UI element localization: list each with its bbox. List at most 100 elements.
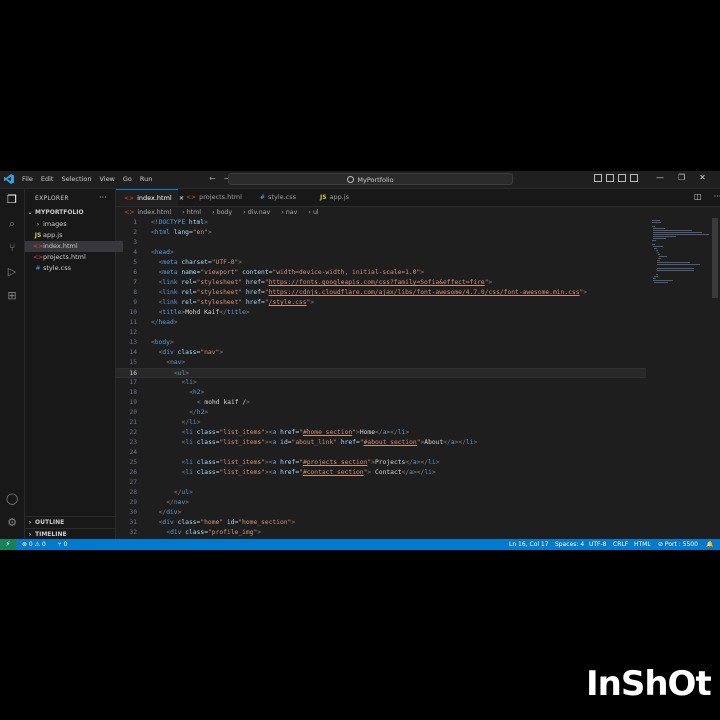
code-line[interactable]: 25 <li class="list_items"><a href="#proje… xyxy=(116,458,646,468)
tree-item-index-html[interactable]: <>index.html xyxy=(25,241,123,252)
encoding[interactable]: UTF-8 xyxy=(589,539,607,550)
back-arrow-icon[interactable]: ← xyxy=(209,174,216,183)
tab-projects-html[interactable]: <> projects.html xyxy=(178,189,250,206)
customize-layout-icon[interactable] xyxy=(630,174,638,182)
code-line[interactable]: 11 </head> xyxy=(116,318,646,328)
menu-selection[interactable]: Selection xyxy=(61,175,91,183)
minimap-line xyxy=(656,262,690,263)
split-editor-icon[interactable]: ◫ xyxy=(694,192,702,201)
code-text: <html lang="en"> xyxy=(151,229,212,236)
breadcrumb-item[interactable]: html xyxy=(187,209,201,216)
tab-style-css[interactable]: # style.css xyxy=(250,189,312,206)
code-line[interactable]: 17 <li> xyxy=(116,378,646,388)
indentation[interactable]: Spaces: 4 xyxy=(555,539,584,550)
breadcrumb-item[interactable]: index.html xyxy=(138,209,172,216)
live-server-port[interactable]: ⊘ Port : 5500 xyxy=(658,539,698,550)
code-line[interactable]: 6 <meta name="viewport" content="width=de… xyxy=(116,268,646,278)
toggle-sidebar-icon[interactable] xyxy=(594,174,602,182)
minimize-icon[interactable]: — xyxy=(656,173,664,182)
line-number: 22 xyxy=(129,429,137,436)
tree-item-images[interactable]: › images xyxy=(25,219,123,230)
minimap-line xyxy=(653,278,657,279)
code-line[interactable]: 7 <link rel="stylesheet" href="https://fo… xyxy=(116,278,646,288)
menu-run[interactable]: Run xyxy=(140,175,152,183)
menu-file[interactable]: File xyxy=(22,175,33,183)
line-number: 7 xyxy=(133,279,137,286)
menu-view[interactable]: View xyxy=(99,175,114,183)
editor-scrollbar[interactable] xyxy=(712,218,718,298)
code-line[interactable]: 23 <li class="list_items"><a id="about_li… xyxy=(116,438,646,448)
code-line[interactable]: 18 <h2> xyxy=(116,388,646,398)
more-editor-actions-icon[interactable]: ··· xyxy=(714,192,720,201)
maximize-icon[interactable]: ❐ xyxy=(678,173,685,182)
code-line[interactable]: 10 <title>Mohd Kaif</title> xyxy=(116,308,646,318)
breadcrumb-item[interactable]: body xyxy=(217,209,233,216)
remote-indicator-icon[interactable]: ⚡ xyxy=(0,539,16,550)
js-icon: JS xyxy=(320,194,327,201)
tree-item-app-js[interactable]: JS app.js xyxy=(25,230,123,241)
run-debug-icon[interactable]: ▷ xyxy=(6,266,18,278)
source-control-icon[interactable]: ⑂ xyxy=(6,242,18,254)
command-center-search[interactable]: MyPortfolio xyxy=(228,173,513,185)
tree-item-projects-html[interactable]: <>projects.html xyxy=(25,252,123,263)
code-line[interactable]: 30 </div> xyxy=(116,508,646,518)
menu-edit[interactable]: Edit xyxy=(41,175,54,183)
end-of-line[interactable]: CRLF xyxy=(613,539,628,550)
explorer-root-folder[interactable]: ⌄ MYPORTFOLIO xyxy=(25,207,115,218)
code-line[interactable]: 21 </li> xyxy=(116,418,646,428)
code-editor[interactable]: 1 <!DOCTYPE html> 2 <html lang="en"> 3 4 <head… xyxy=(116,218,646,539)
code-line[interactable]: 26 <li class="list_items"><a href="#conta… xyxy=(116,468,646,478)
code-text: <li class="list_items"><a href="#contact… xyxy=(181,469,436,476)
tab-app-js[interactable]: JS app.js xyxy=(312,189,366,206)
breadcrumb-item[interactable]: nav xyxy=(286,209,298,216)
tab-index-html[interactable]: <> index.html × xyxy=(116,189,184,206)
line-number: 13 xyxy=(129,339,137,346)
ports-indicator[interactable]: ⑂ 0 xyxy=(58,539,67,550)
code-line[interactable]: 16 <ul> xyxy=(116,368,646,378)
activity-bar: ❐ ⌕ ⑂ ▷ ⊞ ◯ ⚙ xyxy=(0,189,25,539)
problems-indicator[interactable]: ⊗ 0 ⚠ 0 xyxy=(22,539,46,550)
cursor-position[interactable]: Ln 16, Col 17 xyxy=(509,539,549,550)
line-number: 5 xyxy=(133,259,137,266)
code-line[interactable]: 31 <div class="home" id="home_section"> xyxy=(116,518,646,528)
more-actions-icon[interactable]: ··· xyxy=(99,193,107,202)
code-line[interactable]: 13 <body> xyxy=(116,338,646,348)
notifications-bell-icon[interactable]: 🔔 xyxy=(706,539,713,550)
breadcrumb-item[interactable]: div.nav xyxy=(248,209,271,216)
menu-go[interactable]: Go xyxy=(123,175,132,183)
toggle-panel-icon[interactable] xyxy=(606,174,614,182)
language-mode[interactable]: HTML xyxy=(634,539,651,550)
tree-item-style-css[interactable]: # style.css xyxy=(25,263,123,274)
outline-section[interactable]: › OUTLINE xyxy=(25,516,115,528)
code-line[interactable]: 12 xyxy=(116,328,646,338)
code-line[interactable]: 28 </ul> xyxy=(116,488,646,498)
explorer-files-icon[interactable]: ❐ xyxy=(6,194,18,206)
code-line[interactable]: 4 <head> xyxy=(116,248,646,258)
code-line[interactable]: 1 <!DOCTYPE html> xyxy=(116,218,646,228)
code-line[interactable]: 5 <meta charset="UTF-8"> xyxy=(116,258,646,268)
tab-label: projects.html xyxy=(199,193,242,201)
code-line[interactable]: 27 xyxy=(116,478,646,488)
code-line[interactable]: 2 <html lang="en"> xyxy=(116,228,646,238)
search-view-icon[interactable]: ⌕ xyxy=(6,218,18,230)
chevron-down-icon: ⌄ xyxy=(27,209,33,216)
account-icon[interactable]: ◯ xyxy=(6,493,18,505)
code-line[interactable]: 22 <li class="list_items"><a href="#home_… xyxy=(116,428,646,438)
code-line[interactable]: 19 < mohd kaif /> xyxy=(116,398,646,408)
extensions-icon[interactable]: ⊞ xyxy=(6,290,18,302)
code-line[interactable]: 15 <nav> xyxy=(116,358,646,368)
code-line[interactable]: 29 </nav> xyxy=(116,498,646,508)
code-line[interactable]: 24 xyxy=(116,448,646,458)
code-text: <head> xyxy=(151,249,174,256)
code-line[interactable]: 14 <div class="nav"> xyxy=(116,348,646,358)
minimap[interactable] xyxy=(650,218,712,539)
code-line[interactable]: 3 xyxy=(116,238,646,248)
settings-gear-icon[interactable]: ⚙ xyxy=(6,517,18,529)
code-line[interactable]: 9 <link rel="stylesheet" href="/style.css… xyxy=(116,298,646,308)
code-line[interactable]: 32 <div class="profile_img"> xyxy=(116,528,646,538)
code-line[interactable]: 8 <link rel="stylesheet" href="https://cd… xyxy=(116,288,646,298)
code-line[interactable]: 20 </h2> xyxy=(116,408,646,418)
close-window-icon[interactable]: ✕ xyxy=(699,173,706,182)
toggle-secondary-sidebar-icon[interactable] xyxy=(618,174,626,182)
breadcrumb-item[interactable]: ul xyxy=(313,209,319,216)
